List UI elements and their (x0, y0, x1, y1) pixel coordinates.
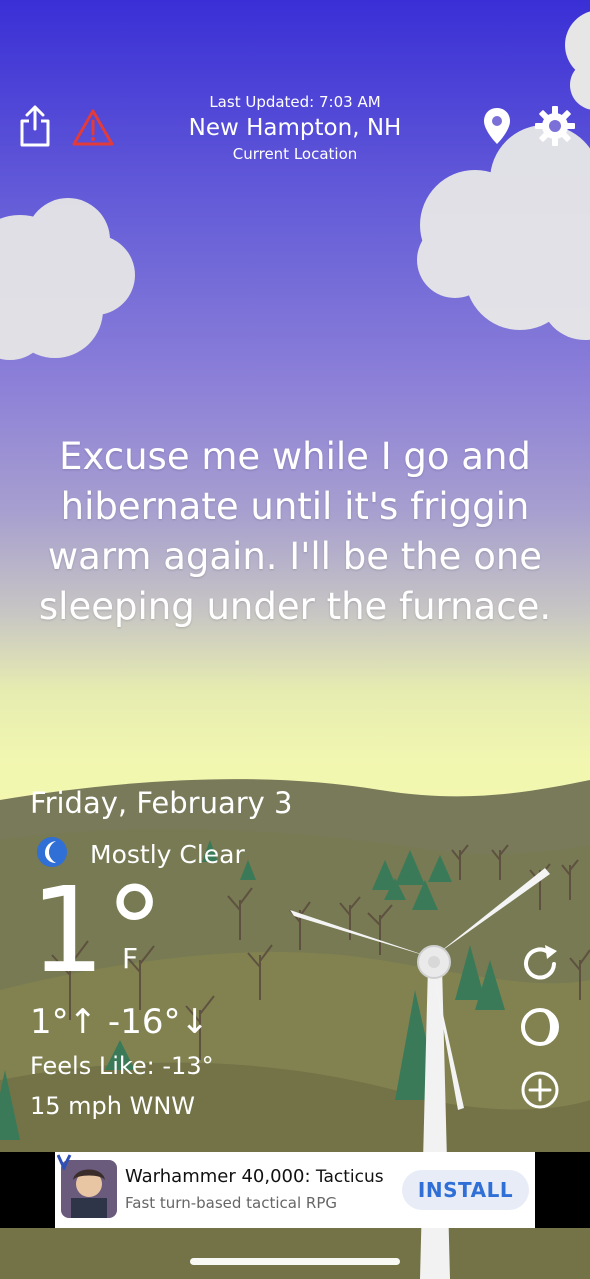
ad-title-rest: Tacticus (310, 1167, 384, 1187)
cloud-left (0, 198, 135, 360)
temperature-unit: F (122, 942, 139, 975)
ad-title-bold: Warhammer 40,000: (125, 1166, 311, 1187)
plus-circle-icon[interactable] (518, 1068, 562, 1112)
header-location[interactable]: Last Updated: 7:03 AM New Hampton, NH Cu… (120, 92, 470, 164)
ad-card[interactable]: Warhammer 40,000: Tacticus Fast turn-bas… (55, 1152, 535, 1228)
high-low-temperature: 1°↑ -16°↓ (30, 1002, 209, 1042)
location-subtitle: Current Location (232, 145, 358, 163)
refresh-icon[interactable] (518, 942, 562, 986)
ad-banner: Warhammer 40,000: Tacticus Fast turn-bas… (0, 1152, 590, 1228)
weather-quote: Excuse me while I go and hibernate until… (38, 435, 552, 628)
current-temperature: 1° (30, 861, 165, 999)
home-indicator[interactable] (190, 1258, 400, 1265)
moon-phase-icon[interactable] (518, 1005, 562, 1049)
scene-background (0, 11, 590, 1279)
gear-icon[interactable] (532, 104, 578, 148)
wind-info: 15 mph WNW (30, 1092, 196, 1120)
v-logo-icon (56, 1154, 77, 1174)
alert-triangle-icon[interactable] (70, 106, 116, 148)
last-updated-label: Last Updated: 7:03 AM (209, 93, 381, 111)
install-button[interactable]: INSTALL (402, 1170, 529, 1210)
ad-subtitle: Fast turn-based tactical RPG (125, 1194, 337, 1212)
ad-title: Warhammer 40,000: Tacticus (125, 1166, 384, 1187)
map-pin-icon[interactable] (480, 104, 514, 148)
feels-like: Feels Like: -13° (30, 1052, 214, 1080)
forecast-date: Friday, February 3 (30, 786, 293, 820)
share-icon[interactable] (16, 102, 54, 148)
location-name: New Hampton, NH (188, 115, 402, 141)
